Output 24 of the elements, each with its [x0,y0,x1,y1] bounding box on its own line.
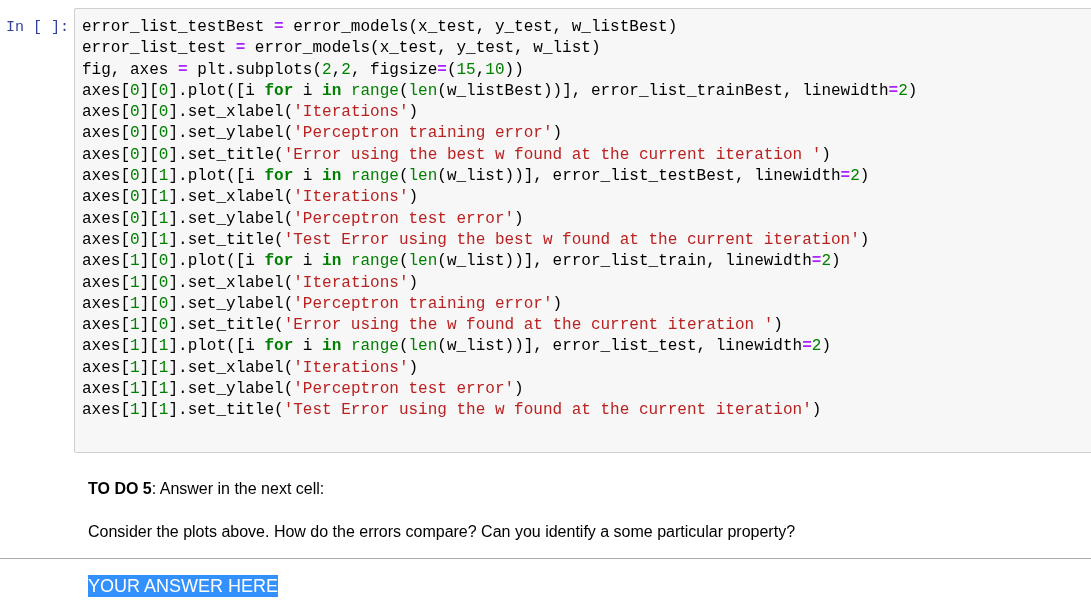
paragraph: TO DO 5: Answer in the next cell: [88,478,325,498]
code-line: error_list_testBest = error_models(x_test, y_test, w_listBest) [82,17,678,38]
code-editor[interactable] [74,8,1091,453]
code-line: axes[0][1].plot([i for i in range(len(w_list))], error_list_testBest, linewidth=2) [82,166,870,188]
code-line: axes[1][1].set_ylabel('Perceptron test error') [82,379,524,401]
code-line: axes[1][1].set_title('Test Error using the w found at the current iteration') [82,400,822,422]
code-line: axes[0][0].set_title('Error using the best w found at the current iteration ') [82,144,831,166]
code-line: fig, axes = plt.subplots(2,2, figsize=(15,10)) [82,59,524,81]
code-line: axes[0][1].set_ylabel('Perceptron test error') [82,208,524,230]
code-line: axes[0][0].plot([i for i in range(len(w_listBest))], error_list_trainBest, linewidth=2) [82,80,918,102]
cell-prompt: In [ ]: [5,18,70,38]
code-line: error_list_test = error_models(x_test, y_test, w_list) [82,38,601,60]
code-line: axes[1][0].set_title('Error using the w found at the current iteration ') [82,315,783,337]
answer-text[interactable]: YOUR ANSWER HERE [88,574,279,597]
code-line: axes[1][0].set_xlabel('Iterations') [82,272,419,294]
code-line: axes[1][0].set_ylabel('Perceptron training error') [82,293,563,315]
code-line: axes[1][0].plot([i for i in range(len(w_list))], error_list_train, linewidth=2) [82,251,841,273]
code-line: axes[0][0].set_xlabel('Iterations') [82,102,419,124]
code-line: axes[0][1].set_xlabel('Iterations') [82,187,419,209]
paragraph: Consider the plots above. How do the errors compare? Can you identify a some particular property? [88,521,796,541]
code-line: axes[0][0].set_ylabel('Perceptron training error') [82,123,563,145]
code-line: axes[1][1].plot([i for i in range(len(w_list))], error_list_test, linewidth=2) [82,336,831,358]
code-line: axes[1][1].set_xlabel('Iterations') [82,357,419,379]
code-line: axes[0][1].set_title('Test Error using the best w found at the current iteration') [82,229,870,251]
